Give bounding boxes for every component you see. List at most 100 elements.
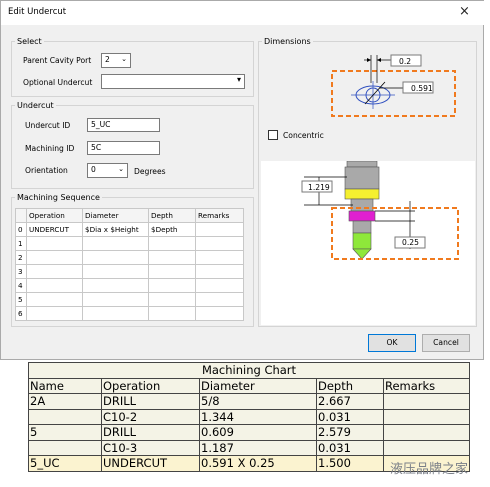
- operation-cell: C10-2: [101, 408, 200, 425]
- column-header: Depth: [148, 208, 196, 223]
- optional-undercut-label: Optional Undercut: [23, 78, 93, 87]
- operation-cell[interactable]: UNDERCUT: [26, 222, 83, 237]
- table-row: 2A DRILL 5/8 2.667: [28, 393, 470, 410]
- table-row[interactable]: 1: [15, 236, 244, 251]
- machining-chart-table: Machining Chart Name Operation Diameter …: [28, 362, 470, 472]
- operation-cell[interactable]: [26, 250, 83, 265]
- table-row[interactable]: 3: [15, 264, 244, 279]
- machining-sequence-table: Operation Diameter Depth Remarks 0 UNDERC…: [15, 208, 244, 321]
- machining-id-label: Machining ID: [25, 144, 75, 153]
- depth-cell[interactable]: [148, 236, 196, 251]
- highlight-box-top: [331, 70, 456, 117]
- top-view-drawing: [331, 54, 456, 117]
- column-header: Name: [28, 377, 102, 394]
- remarks-cell[interactable]: [195, 292, 244, 307]
- diameter-cell[interactable]: [82, 278, 149, 293]
- operation-cell[interactable]: [26, 306, 83, 321]
- remarks-cell: [383, 424, 470, 441]
- diameter-cell: 1.187: [199, 439, 317, 456]
- name-cell: 5_UC: [28, 455, 102, 472]
- dropdown-arrow-icon: ▾: [236, 75, 241, 84]
- diameter-cell: 5/8: [199, 393, 317, 410]
- remarks-cell[interactable]: [195, 222, 244, 237]
- chart-title-row: Machining Chart: [28, 362, 470, 379]
- edit-undercut-dialog: Edit Undercut × Select Parent Cavity Por…: [0, 0, 485, 360]
- depth-cell[interactable]: $Depth: [148, 222, 196, 237]
- remarks-cell: [383, 393, 470, 410]
- column-header: Remarks: [383, 377, 470, 394]
- diameter-cell[interactable]: [82, 306, 149, 321]
- row-index: 0: [15, 222, 27, 237]
- remarks-cell[interactable]: [195, 236, 244, 251]
- undercut-group-legend: Undercut: [17, 101, 54, 110]
- name-cell: 5: [28, 424, 102, 441]
- row-index-header: [15, 208, 27, 223]
- remarks-cell[interactable]: [195, 306, 244, 321]
- select-group-legend: Select: [17, 37, 42, 46]
- dia-value: 0.591: [411, 84, 433, 93]
- diameter-cell[interactable]: $Dia x $Height: [82, 222, 149, 237]
- operation-cell[interactable]: [26, 292, 83, 307]
- parent-cavity-port-select[interactable]: 2 ⌄: [101, 53, 131, 68]
- title-bar: Edit Undercut ×: [1, 1, 485, 25]
- depth-cell[interactable]: [148, 306, 196, 321]
- degrees-label: Degrees: [134, 167, 166, 176]
- undercut-id-input[interactable]: 5_UC: [87, 118, 160, 132]
- diameter-cell[interactable]: [82, 250, 149, 265]
- depth-cell[interactable]: [148, 278, 196, 293]
- table-row[interactable]: 2: [15, 250, 244, 265]
- concentric-checkbox[interactable]: [268, 130, 278, 140]
- row-index: 5: [15, 292, 27, 307]
- remarks-cell[interactable]: [195, 278, 244, 293]
- name-cell: [28, 439, 102, 456]
- cancel-button[interactable]: Cancel: [422, 334, 470, 352]
- remarks-cell[interactable]: [195, 264, 244, 279]
- orientation-value: 0: [91, 165, 96, 174]
- diameter-cell[interactable]: [82, 264, 149, 279]
- column-header: Remarks: [195, 208, 244, 223]
- column-header: Diameter: [82, 208, 149, 223]
- operation-cell[interactable]: [26, 278, 83, 293]
- side-view-drawing: [301, 161, 459, 260]
- depth-cell: 2.667: [316, 393, 384, 410]
- ok-button[interactable]: OK: [368, 334, 416, 352]
- chart-title: Machining Chart: [28, 362, 470, 379]
- column-header: Diameter: [199, 377, 317, 394]
- remarks-cell: [383, 439, 470, 456]
- diameter-cell[interactable]: [82, 236, 149, 251]
- name-cell: 2A: [28, 393, 102, 410]
- depth-cell[interactable]: [148, 264, 196, 279]
- depth-cell: 0.031: [316, 408, 384, 425]
- table-row[interactable]: 6: [15, 306, 244, 321]
- table-row: C10-2 1.344 0.031: [28, 408, 470, 425]
- optional-undercut-select[interactable]: ▾: [101, 74, 245, 89]
- table-row[interactable]: 0 UNDERCUT $Dia x $Height $Depth: [15, 222, 244, 237]
- table-row: 5 DRILL 0.609 2.579: [28, 424, 470, 441]
- orientation-select[interactable]: 0 ⌄: [87, 163, 128, 178]
- machining-id-input[interactable]: 5C: [87, 141, 160, 155]
- column-header: Operation: [101, 377, 200, 394]
- table-header-row: Operation Diameter Depth Remarks: [15, 208, 244, 223]
- diameter-cell: 1.344: [199, 408, 317, 425]
- row-index: 1: [15, 236, 27, 251]
- remarks-cell[interactable]: [195, 250, 244, 265]
- diameter-cell[interactable]: [82, 292, 149, 307]
- close-icon[interactable]: ×: [459, 4, 470, 19]
- row-index: 6: [15, 306, 27, 321]
- operation-cell: UNDERCUT: [101, 455, 200, 472]
- operation-cell: C10-3: [101, 439, 200, 456]
- column-header: Operation: [26, 208, 83, 223]
- depth-cell: 0.031: [316, 439, 384, 456]
- name-cell: [28, 408, 102, 425]
- row-index: 2: [15, 250, 27, 265]
- depth-cell[interactable]: [148, 292, 196, 307]
- table-row[interactable]: 4: [15, 278, 244, 293]
- depth-cell[interactable]: [148, 250, 196, 265]
- operation-cell[interactable]: [26, 264, 83, 279]
- dimensions-legend: Dimensions: [264, 37, 311, 46]
- height-value: 0.25: [402, 238, 419, 247]
- table-row[interactable]: 5: [15, 292, 244, 307]
- depth-total-value: 1.219: [308, 183, 330, 192]
- operation-cell: DRILL: [101, 393, 200, 410]
- operation-cell[interactable]: [26, 236, 83, 251]
